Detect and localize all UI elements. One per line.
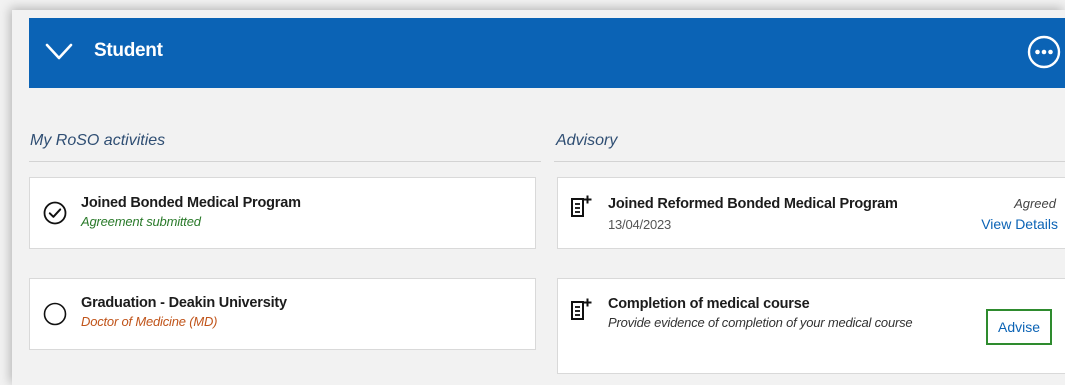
header-title: Student [94,40,163,61]
advisory-item-completion: Completion of medical course Provide evi… [557,278,1065,374]
advisory-item-date: 13/04/2023 [608,217,672,232]
document-add-icon [571,298,592,320]
roso-item-graduation[interactable]: Graduation - Deakin University Doctor of… [29,278,536,350]
roso-item-subtitle: Agreement submitted [81,214,201,229]
roso-item-bonded[interactable]: Joined Bonded Medical Program Agreement … [29,177,536,249]
status-badge: Agreed [1014,196,1056,211]
student-header[interactable]: Student [29,18,1065,88]
advisory-section-title: Advisory [556,132,618,149]
roso-section-title: My RoSO activities [30,132,166,149]
chevron-down-icon[interactable] [45,42,73,62]
check-circle-icon [43,201,67,225]
more-options-icon[interactable] [1027,35,1061,69]
student-panel: Student My RoSO activities Joined Bonded… [12,10,1065,385]
document-add-icon [571,195,592,217]
roso-item-title: Joined Bonded Medical Program [81,195,301,211]
advisory-item-subtitle: Provide evidence of completion of your m… [608,315,913,330]
section-divider [554,161,1065,162]
section-divider [29,161,541,162]
advisory-item-title: Completion of medical course [608,296,810,312]
roso-item-title: Graduation - Deakin University [81,295,287,311]
advisory-item-title: Joined Reformed Bonded Medical Program [608,196,898,212]
view-details-link[interactable]: View Details [981,216,1058,232]
empty-circle-icon [43,302,67,326]
roso-item-subtitle: Doctor of Medicine (MD) [81,314,218,329]
advisory-item-reformed: Joined Reformed Bonded Medical Program 1… [557,177,1065,249]
advise-button[interactable]: Advise [986,309,1052,345]
